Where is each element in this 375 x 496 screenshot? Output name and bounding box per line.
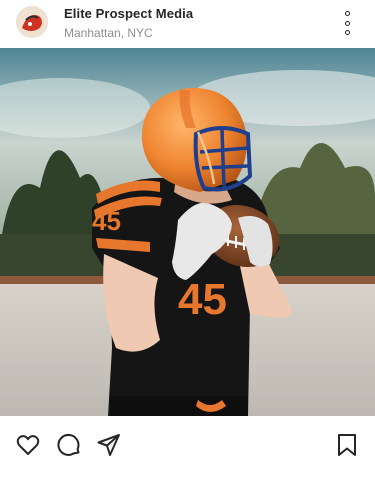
send-icon	[97, 434, 120, 456]
avatar[interactable]	[16, 6, 48, 38]
dot-icon	[344, 11, 350, 16]
post-actions-bar	[0, 416, 375, 472]
share-button[interactable]	[96, 432, 122, 458]
team-logo-icon	[16, 6, 48, 38]
more-options-button[interactable]	[339, 11, 355, 35]
dot-icon	[344, 20, 350, 26]
like-button[interactable]	[15, 432, 41, 458]
bookmark-icon	[338, 434, 356, 456]
jersey-number: 45	[178, 275, 227, 324]
post-header: Elite Prospect Media Manhattan, NYC	[0, 0, 375, 48]
football-player-illustration: 45 45	[0, 48, 375, 416]
comment-button[interactable]	[56, 432, 82, 458]
post-location[interactable]: Manhattan, NYC	[64, 26, 153, 40]
heart-icon	[16, 435, 40, 455]
sleeve-number: 45	[92, 206, 121, 236]
post-image[interactable]: 45 45	[0, 48, 375, 416]
comment-icon	[57, 433, 80, 456]
save-button[interactable]	[334, 432, 360, 458]
account-name[interactable]: Elite Prospect Media	[64, 6, 193, 21]
dot-icon	[344, 30, 350, 35]
